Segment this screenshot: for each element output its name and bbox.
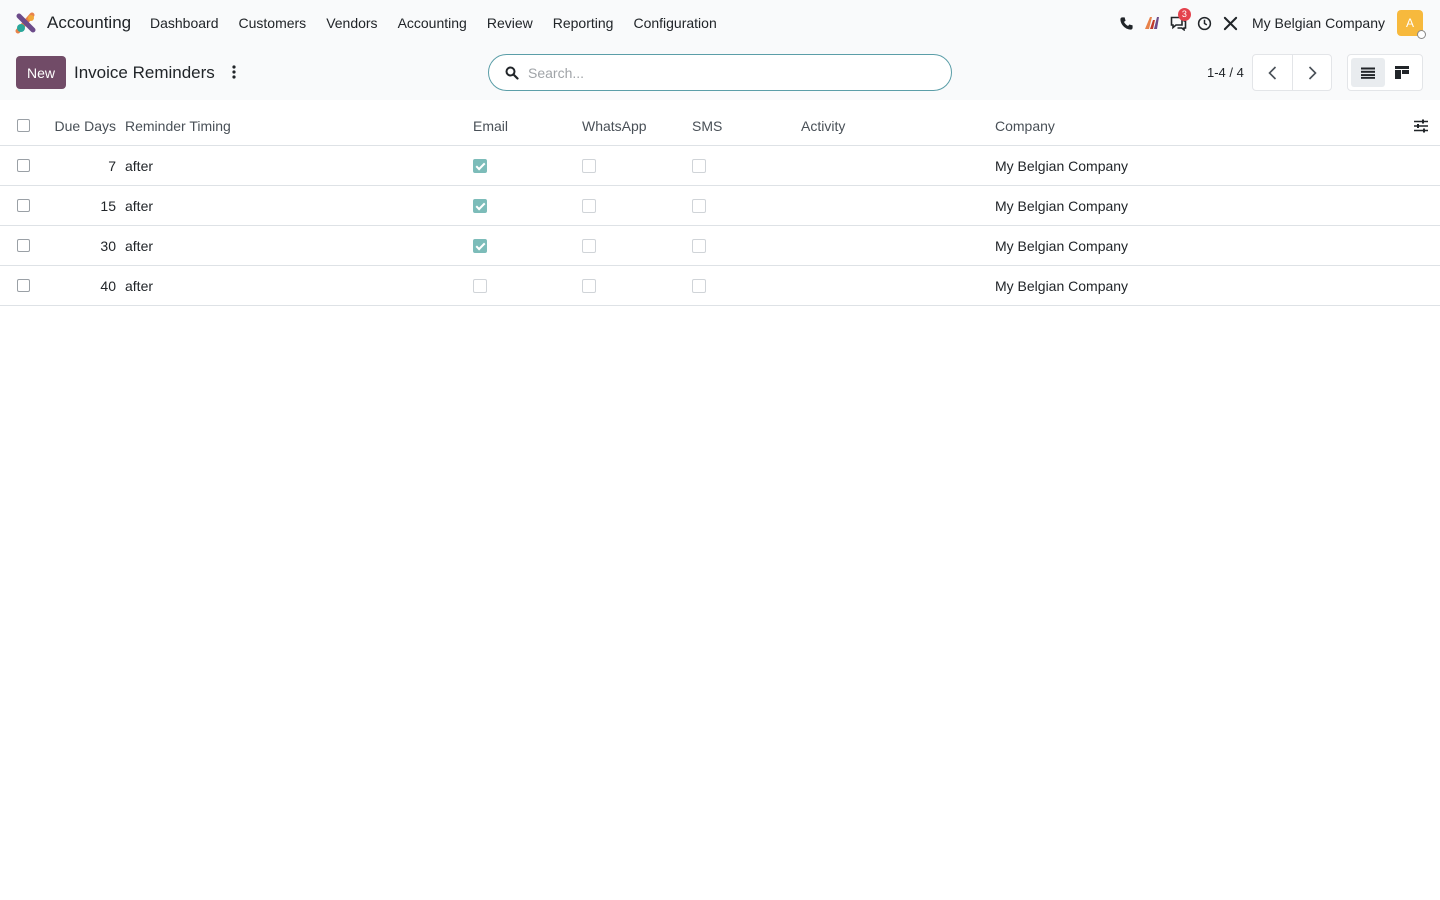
- header-sms[interactable]: SMS: [692, 106, 722, 146]
- header-company[interactable]: Company: [995, 106, 1055, 146]
- due-days-cell: 40: [100, 278, 116, 294]
- menu-item-vendors[interactable]: Vendors: [316, 0, 387, 46]
- table-row[interactable]: 7 after My Belgian Company: [0, 146, 1440, 186]
- menu-item-review[interactable]: Review: [477, 0, 543, 46]
- header-due-days[interactable]: Due Days: [40, 106, 116, 146]
- page-title: Invoice Reminders: [74, 63, 215, 82]
- reminder-timing-cell: after: [125, 198, 154, 214]
- systray: 3 My Belgian Company A: [1114, 0, 1440, 46]
- avatar-initial: A: [1405, 16, 1414, 30]
- header-reminder-timing[interactable]: Reminder Timing: [125, 106, 231, 146]
- search-input[interactable]: [528, 64, 928, 81]
- company-switcher[interactable]: My Belgian Company: [1244, 15, 1397, 31]
- menu-item-accounting[interactable]: Accounting: [388, 0, 477, 46]
- row-select-checkbox[interactable]: [17, 199, 30, 212]
- actions-menu-icon[interactable]: [226, 62, 242, 82]
- pager-value[interactable]: 1-4 / 4: [1207, 65, 1244, 80]
- messages-icon[interactable]: 3: [1166, 0, 1192, 46]
- header-email[interactable]: Email: [473, 106, 508, 146]
- header-whatsapp[interactable]: WhatsApp: [582, 106, 647, 146]
- due-days-cell: 7: [108, 158, 116, 174]
- whatsapp-checkbox[interactable]: [582, 159, 596, 173]
- clock-icon[interactable]: [1192, 0, 1218, 46]
- debug-tools-icon[interactable]: [1218, 0, 1244, 46]
- kanban-view-button[interactable]: [1385, 58, 1419, 87]
- ai-icon[interactable]: [1140, 0, 1166, 46]
- email-checkbox[interactable]: [473, 239, 487, 253]
- search-bar[interactable]: [488, 54, 952, 91]
- search-icon: [505, 66, 519, 80]
- sms-checkbox[interactable]: [692, 239, 706, 253]
- table-row[interactable]: 40 after My Belgian Company: [0, 266, 1440, 306]
- top-navbar: Accounting Dashboard Customers Vendors A…: [0, 0, 1440, 46]
- presence-status-icon: [1417, 30, 1426, 39]
- sms-checkbox[interactable]: [692, 199, 706, 213]
- control-panel: New Invoice Reminders 1-4 / 4: [0, 46, 1440, 100]
- table-row[interactable]: 30 after My Belgian Company: [0, 226, 1440, 266]
- optional-columns-icon[interactable]: [1413, 118, 1429, 134]
- chevron-right-icon: [1308, 65, 1317, 80]
- reminders-list: Due Days Reminder Timing Email WhatsApp …: [0, 106, 1440, 306]
- messages-badge: 3: [1177, 8, 1191, 21]
- user-avatar[interactable]: A: [1397, 10, 1426, 39]
- whatsapp-checkbox[interactable]: [582, 239, 596, 253]
- reminder-timing-cell: after: [125, 238, 154, 254]
- whatsapp-checkbox[interactable]: [582, 199, 596, 213]
- company-cell: My Belgian Company: [995, 238, 1129, 254]
- due-days-cell: 15: [100, 198, 116, 214]
- row-select-checkbox[interactable]: [17, 279, 30, 292]
- email-checkbox[interactable]: [473, 159, 487, 173]
- whatsapp-checkbox[interactable]: [582, 279, 596, 293]
- row-select-checkbox[interactable]: [17, 239, 30, 252]
- sms-checkbox[interactable]: [692, 159, 706, 173]
- list-view-button[interactable]: [1351, 58, 1385, 87]
- company-cell: My Belgian Company: [995, 158, 1129, 174]
- pager-next-button[interactable]: [1292, 55, 1331, 90]
- table-row[interactable]: 15 after My Belgian Company: [0, 186, 1440, 226]
- sms-checkbox[interactable]: [692, 279, 706, 293]
- app-name[interactable]: Accounting: [47, 13, 131, 33]
- menu-item-configuration[interactable]: Configuration: [623, 0, 726, 46]
- menu-item-dashboard[interactable]: Dashboard: [140, 0, 229, 46]
- company-cell: My Belgian Company: [995, 278, 1129, 294]
- chevron-left-icon: [1268, 65, 1277, 80]
- due-days-cell: 30: [100, 238, 116, 254]
- select-all-checkbox[interactable]: [17, 119, 30, 132]
- list-view-icon: [1361, 67, 1375, 79]
- email-checkbox[interactable]: [473, 279, 487, 293]
- pager-buttons: [1252, 54, 1332, 91]
- menu-item-customers[interactable]: Customers: [229, 0, 317, 46]
- header-activity[interactable]: Activity: [801, 106, 845, 146]
- row-select-checkbox[interactable]: [17, 159, 30, 172]
- reminder-timing-cell: after: [125, 158, 154, 174]
- main-menu: Dashboard Customers Vendors Accounting R…: [140, 0, 727, 46]
- list-header: Due Days Reminder Timing Email WhatsApp …: [0, 106, 1440, 146]
- phone-icon[interactable]: [1114, 0, 1140, 46]
- pager-previous-button[interactable]: [1253, 55, 1292, 90]
- company-cell: My Belgian Company: [995, 198, 1129, 214]
- kanban-view-icon: [1395, 66, 1409, 79]
- accounting-app-icon[interactable]: [15, 12, 37, 34]
- view-switcher: [1347, 54, 1423, 91]
- reminder-timing-cell: after: [125, 278, 154, 294]
- email-checkbox[interactable]: [473, 199, 487, 213]
- menu-item-reporting[interactable]: Reporting: [543, 0, 624, 46]
- new-button[interactable]: New: [16, 56, 66, 89]
